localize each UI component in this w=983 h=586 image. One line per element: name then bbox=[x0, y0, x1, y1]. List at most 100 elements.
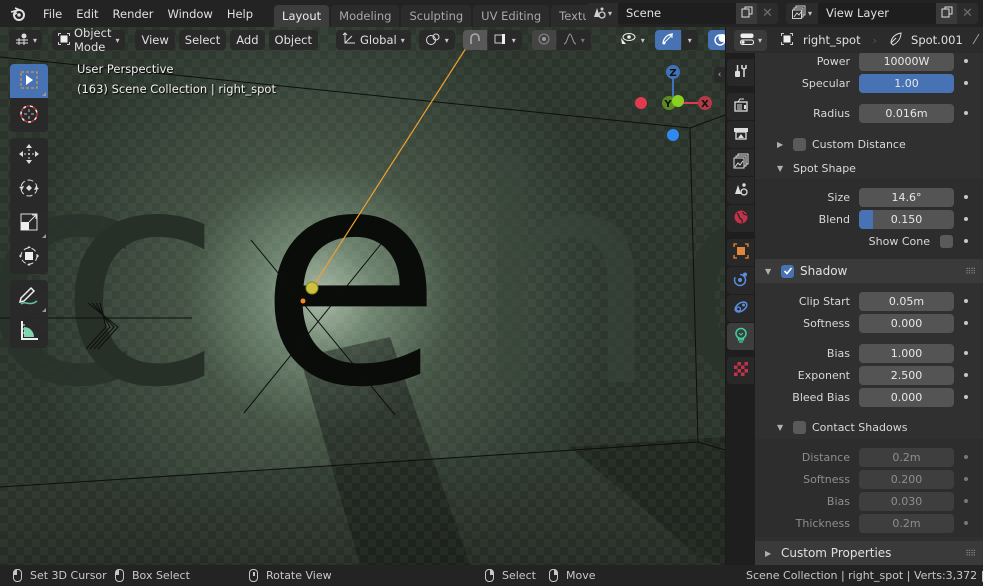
animate-property-dot[interactable] bbox=[964, 395, 968, 399]
tool-scale[interactable] bbox=[10, 206, 48, 240]
animate-property-dot[interactable] bbox=[964, 239, 968, 243]
blender-logo-icon[interactable] bbox=[0, 0, 36, 27]
tab-modeling[interactable]: Modeling bbox=[331, 5, 400, 27]
snap-toggle[interactable] bbox=[462, 30, 487, 50]
pivot-point-dropdown[interactable]: ▾ bbox=[418, 30, 455, 50]
menu-file[interactable]: File bbox=[36, 3, 69, 25]
remove-scene-button[interactable]: ✕ bbox=[757, 3, 778, 24]
clip-start-field[interactable]: 0.05m bbox=[859, 291, 954, 311]
menu-object[interactable]: Object bbox=[268, 30, 318, 50]
tab-tool[interactable] bbox=[727, 59, 754, 86]
pin-icon[interactable] bbox=[971, 32, 981, 49]
gizmo-dropdown[interactable]: ▾ bbox=[681, 30, 698, 50]
animate-property-dot[interactable] bbox=[964, 111, 968, 115]
transform-orientation-dropdown[interactable]: Global ▾ bbox=[336, 30, 411, 50]
cs-distance-field[interactable]: 0.2m bbox=[859, 447, 954, 467]
radius-field[interactable]: 0.016m bbox=[859, 103, 954, 123]
scene-name-field[interactable]: Scene bbox=[618, 3, 736, 24]
tab-texture[interactable] bbox=[727, 357, 754, 384]
neg-x-axis-handle[interactable] bbox=[635, 97, 647, 109]
animate-property-dot[interactable] bbox=[964, 321, 968, 325]
properties-editor-type-button[interactable]: ▾ bbox=[734, 29, 767, 51]
menu-select[interactable]: Select bbox=[178, 30, 227, 50]
tool-move[interactable] bbox=[10, 138, 48, 172]
shadow-panel-header[interactable]: ▼ Shadow ⠿⠿ bbox=[755, 259, 983, 283]
tab-scene[interactable] bbox=[727, 177, 754, 204]
menu-add[interactable]: Add bbox=[230, 30, 265, 50]
view-layer-name-field[interactable]: View Layer bbox=[818, 3, 936, 24]
contact-shadows-checkbox[interactable] bbox=[793, 420, 806, 434]
neg-y-axis-handle[interactable] bbox=[672, 95, 684, 107]
tab-sculpting[interactable]: Sculpting bbox=[401, 5, 472, 27]
scene-browse-button[interactable]: ▾ bbox=[586, 3, 618, 24]
tab-light-data[interactable] bbox=[727, 323, 754, 350]
menu-render[interactable]: Render bbox=[106, 3, 161, 25]
animate-property-dot[interactable] bbox=[964, 351, 968, 355]
softness-field[interactable]: 0.000 bbox=[859, 313, 954, 333]
tab-output[interactable] bbox=[727, 121, 754, 148]
3d-viewport[interactable]: c c e h c ▾ Object Mode ▾ Vi bbox=[0, 27, 725, 565]
animate-property-dot[interactable] bbox=[964, 59, 968, 63]
overlay-toggle[interactable] bbox=[707, 30, 725, 50]
editor-type-button[interactable]: ▾ bbox=[9, 30, 42, 50]
cs-bias-field[interactable]: 0.030 bbox=[859, 491, 954, 511]
tab-uv-editing[interactable]: UV Editing bbox=[473, 5, 550, 27]
custom-distance-subpanel-header[interactable]: ▶ Custom Distance bbox=[755, 132, 983, 156]
animate-property-dot[interactable] bbox=[964, 217, 968, 221]
bias-field[interactable]: 1.000 bbox=[859, 343, 954, 363]
snap-element-dropdown[interactable]: ▾ bbox=[487, 30, 522, 50]
selectability-dropdown[interactable]: ▾ bbox=[613, 30, 651, 50]
spot-shape-subpanel-header[interactable]: ▼ Spot Shape bbox=[755, 156, 983, 180]
custom-properties-panel-header[interactable]: ▶ Custom Properties ⠿⠿ bbox=[755, 541, 983, 565]
cs-thickness-field[interactable]: 0.2m bbox=[859, 513, 954, 533]
tab-view-layer[interactable] bbox=[727, 149, 754, 176]
drag-grip-icon[interactable]: ⠿⠿ bbox=[965, 267, 976, 276]
tab-object[interactable] bbox=[727, 239, 754, 266]
animate-property-dot[interactable] bbox=[964, 195, 968, 199]
neg-z-axis-handle[interactable] bbox=[667, 129, 679, 141]
sidebar-expand-button[interactable]: ‹ bbox=[714, 67, 725, 83]
drag-grip-icon[interactable]: ⠿⠿ bbox=[965, 549, 976, 558]
tab-constraints[interactable] bbox=[727, 295, 754, 322]
animate-property-dot[interactable] bbox=[964, 521, 968, 525]
tab-render[interactable] bbox=[727, 93, 754, 120]
mode-dropdown[interactable]: Object Mode ▾ bbox=[52, 27, 126, 54]
spot-blend-slider[interactable]: 0.150 bbox=[859, 209, 954, 229]
animate-property-dot[interactable] bbox=[964, 81, 968, 85]
shadow-checkbox[interactable] bbox=[781, 264, 794, 278]
custom-distance-checkbox[interactable] bbox=[793, 137, 806, 151]
cs-softness-field[interactable]: 0.200 bbox=[859, 469, 954, 489]
tab-physics[interactable] bbox=[727, 267, 754, 294]
proportional-falloff-dropdown[interactable]: ▾ bbox=[556, 30, 591, 50]
tool-cursor[interactable] bbox=[10, 98, 48, 132]
view-layer-browse-button[interactable]: ▾ bbox=[786, 3, 818, 24]
tab-layout[interactable]: Layout bbox=[274, 5, 330, 27]
specular-slider[interactable]: 1.00 bbox=[859, 73, 954, 93]
animate-property-dot[interactable] bbox=[964, 299, 968, 303]
gizmo-toggle[interactable] bbox=[654, 30, 681, 50]
tool-transform[interactable] bbox=[10, 240, 48, 274]
menu-view[interactable]: View bbox=[135, 30, 175, 50]
animate-property-dot[interactable] bbox=[964, 373, 968, 377]
tool-measure[interactable] bbox=[10, 314, 48, 348]
tool-rotate[interactable] bbox=[10, 172, 48, 206]
new-scene-button[interactable] bbox=[736, 3, 757, 24]
menu-help[interactable]: Help bbox=[220, 3, 260, 25]
tool-annotate[interactable] bbox=[10, 280, 48, 314]
power-field[interactable]: 10000W bbox=[859, 53, 954, 71]
animate-property-dot[interactable] bbox=[964, 499, 968, 503]
spot-light-handle[interactable] bbox=[305, 281, 319, 295]
animate-property-dot[interactable] bbox=[964, 455, 968, 459]
tool-select-box[interactable] bbox=[10, 64, 48, 98]
navigation-gizmo[interactable]: Z X Y bbox=[628, 62, 718, 142]
contact-shadows-subpanel-header[interactable]: ▼ Contact Shadows bbox=[755, 415, 983, 439]
spot-size-field[interactable]: 14.6° bbox=[859, 187, 954, 207]
menu-edit[interactable]: Edit bbox=[69, 3, 105, 25]
bleed-bias-field[interactable]: 0.000 bbox=[859, 387, 954, 407]
animate-property-dot[interactable] bbox=[964, 477, 968, 481]
remove-view-layer-button[interactable]: ✕ bbox=[957, 3, 978, 24]
proportional-edit-toggle[interactable] bbox=[531, 30, 556, 50]
show-cone-checkbox[interactable] bbox=[940, 234, 953, 248]
tab-world[interactable] bbox=[727, 205, 754, 232]
new-view-layer-button[interactable] bbox=[936, 3, 957, 24]
